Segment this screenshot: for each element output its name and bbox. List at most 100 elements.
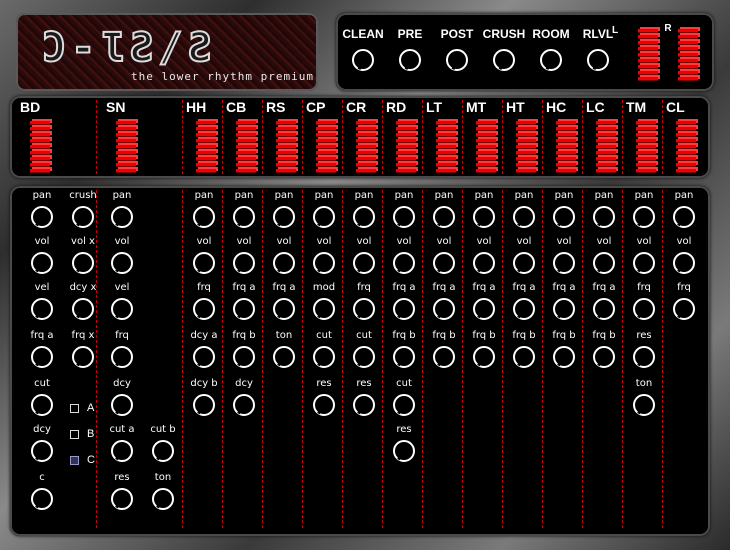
sn-knob-frq[interactable]: [111, 346, 133, 368]
bd-mode-radio-a[interactable]: [70, 404, 79, 413]
knob-pointer: [404, 61, 411, 70]
sn-knob-vol[interactable]: [111, 252, 133, 274]
rd-knob-frq-a[interactable]: [393, 298, 415, 320]
bd-mode-radio-c[interactable]: [70, 456, 79, 465]
cr-knob-frq[interactable]: [353, 298, 375, 320]
bd-knob-dcy-x[interactable]: [72, 298, 94, 320]
rd-knob-pan[interactable]: [393, 206, 415, 228]
meter-segment: [556, 127, 576, 131]
cb-knob-frq-a[interactable]: [233, 298, 255, 320]
rd-knob-frq-b[interactable]: [393, 346, 415, 368]
hc-knob-vol[interactable]: [553, 252, 575, 274]
lc-knob-frq-a[interactable]: [593, 298, 615, 320]
fx-knob-pre[interactable]: [399, 49, 421, 71]
cr-knob-cut[interactable]: [353, 346, 375, 368]
knob-pointer: [115, 309, 122, 319]
bd-knob-vol-x[interactable]: [72, 252, 94, 274]
fx-knob-clean[interactable]: [352, 49, 374, 71]
fx-knob-crush[interactable]: [493, 49, 515, 71]
hc-knob-frq-a[interactable]: [553, 298, 575, 320]
ht-param-label: vol: [516, 236, 532, 247]
cp-knob-cut[interactable]: [313, 346, 335, 368]
cb-param-label: frq a: [232, 282, 256, 293]
rs-knob-vol[interactable]: [273, 252, 295, 274]
tm-knob-frq[interactable]: [633, 298, 655, 320]
tm-knob-pan[interactable]: [633, 206, 655, 228]
bd-param-label: vel: [34, 282, 50, 293]
tm-knob-res[interactable]: [633, 346, 655, 368]
knob-pointer: [237, 309, 244, 319]
cb-knob-frq-b[interactable]: [233, 346, 255, 368]
ht-param-label: pan: [514, 190, 534, 201]
bd-knob-frq-a[interactable]: [31, 346, 53, 368]
ht-knob-frq-b[interactable]: [513, 346, 535, 368]
tm-knob-ton[interactable]: [633, 394, 655, 416]
bd-knob-cut[interactable]: [31, 394, 53, 416]
rd-knob-res[interactable]: [393, 440, 415, 462]
cl-knob-vol[interactable]: [673, 252, 695, 274]
sn-knob-pan[interactable]: [111, 206, 133, 228]
hh-knob-frq[interactable]: [193, 298, 215, 320]
sn-knob-cut-a[interactable]: [111, 440, 133, 462]
lt-knob-vol[interactable]: [433, 252, 455, 274]
bd-knob-frq-x[interactable]: [72, 346, 94, 368]
cp-knob-mod[interactable]: [313, 298, 335, 320]
hc-knob-frq-b[interactable]: [553, 346, 575, 368]
bd-knob-pan[interactable]: [31, 206, 53, 228]
bd-knob-c[interactable]: [31, 488, 53, 510]
hh-knob-dcy-b[interactable]: [193, 394, 215, 416]
cr-knob-vol[interactable]: [353, 252, 375, 274]
bd-knob-vel[interactable]: [31, 298, 53, 320]
rd-knob-cut[interactable]: [393, 394, 415, 416]
mt-knob-pan[interactable]: [473, 206, 495, 228]
lt-knob-frq-b[interactable]: [433, 346, 455, 368]
cp-knob-vol[interactable]: [313, 252, 335, 274]
sn-knob-dcy[interactable]: [111, 394, 133, 416]
sn-knob-ton[interactable]: [152, 488, 174, 510]
cl-knob-frq[interactable]: [673, 298, 695, 320]
mt-knob-frq-b[interactable]: [473, 346, 495, 368]
lc-knob-frq-b[interactable]: [593, 346, 615, 368]
meter-segment: [276, 169, 296, 173]
sn-knob-cut-b[interactable]: [152, 440, 174, 462]
cb-knob-vol[interactable]: [233, 252, 255, 274]
bd-mode-radio-b[interactable]: [70, 430, 79, 439]
fx-knob-post[interactable]: [446, 49, 468, 71]
cr-knob-res[interactable]: [353, 394, 375, 416]
fx-knob-room[interactable]: [540, 49, 562, 71]
mt-knob-frq-a[interactable]: [473, 298, 495, 320]
bd-knob-vol[interactable]: [31, 252, 53, 274]
rd-knob-vol[interactable]: [393, 252, 415, 274]
cb-param-label: vol: [236, 236, 252, 247]
hh-param-label: pan: [194, 190, 214, 201]
hh-knob-dcy-a[interactable]: [193, 346, 215, 368]
hh-knob-pan[interactable]: [193, 206, 215, 228]
tm-knob-vol[interactable]: [633, 252, 655, 274]
cb-knob-dcy[interactable]: [233, 394, 255, 416]
ht-knob-vol[interactable]: [513, 252, 535, 274]
lt-knob-pan[interactable]: [433, 206, 455, 228]
mt-knob-vol[interactable]: [473, 252, 495, 274]
hc-knob-pan[interactable]: [553, 206, 575, 228]
cr-knob-pan[interactable]: [353, 206, 375, 228]
bd-knob-dcy[interactable]: [31, 440, 53, 462]
sn-knob-res[interactable]: [111, 488, 133, 510]
sn-knob-vel[interactable]: [111, 298, 133, 320]
rs-knob-frq-a[interactable]: [273, 298, 295, 320]
rs-knob-pan[interactable]: [273, 206, 295, 228]
lt-knob-frq-a[interactable]: [433, 298, 455, 320]
bd-knob-crush[interactable]: [72, 206, 94, 228]
cb-knob-pan[interactable]: [233, 206, 255, 228]
lc-knob-vol[interactable]: [593, 252, 615, 274]
fx-knob-rlvl[interactable]: [587, 49, 609, 71]
hh-knob-vol[interactable]: [193, 252, 215, 274]
ht-knob-pan[interactable]: [513, 206, 535, 228]
cl-knob-pan[interactable]: [673, 206, 695, 228]
cp-knob-res[interactable]: [313, 394, 335, 416]
cb-param-label: frq b: [232, 330, 256, 341]
cp-knob-pan[interactable]: [313, 206, 335, 228]
ht-knob-frq-a[interactable]: [513, 298, 535, 320]
lc-knob-pan[interactable]: [593, 206, 615, 228]
rs-knob-ton[interactable]: [273, 346, 295, 368]
meter-segment: [116, 157, 136, 161]
